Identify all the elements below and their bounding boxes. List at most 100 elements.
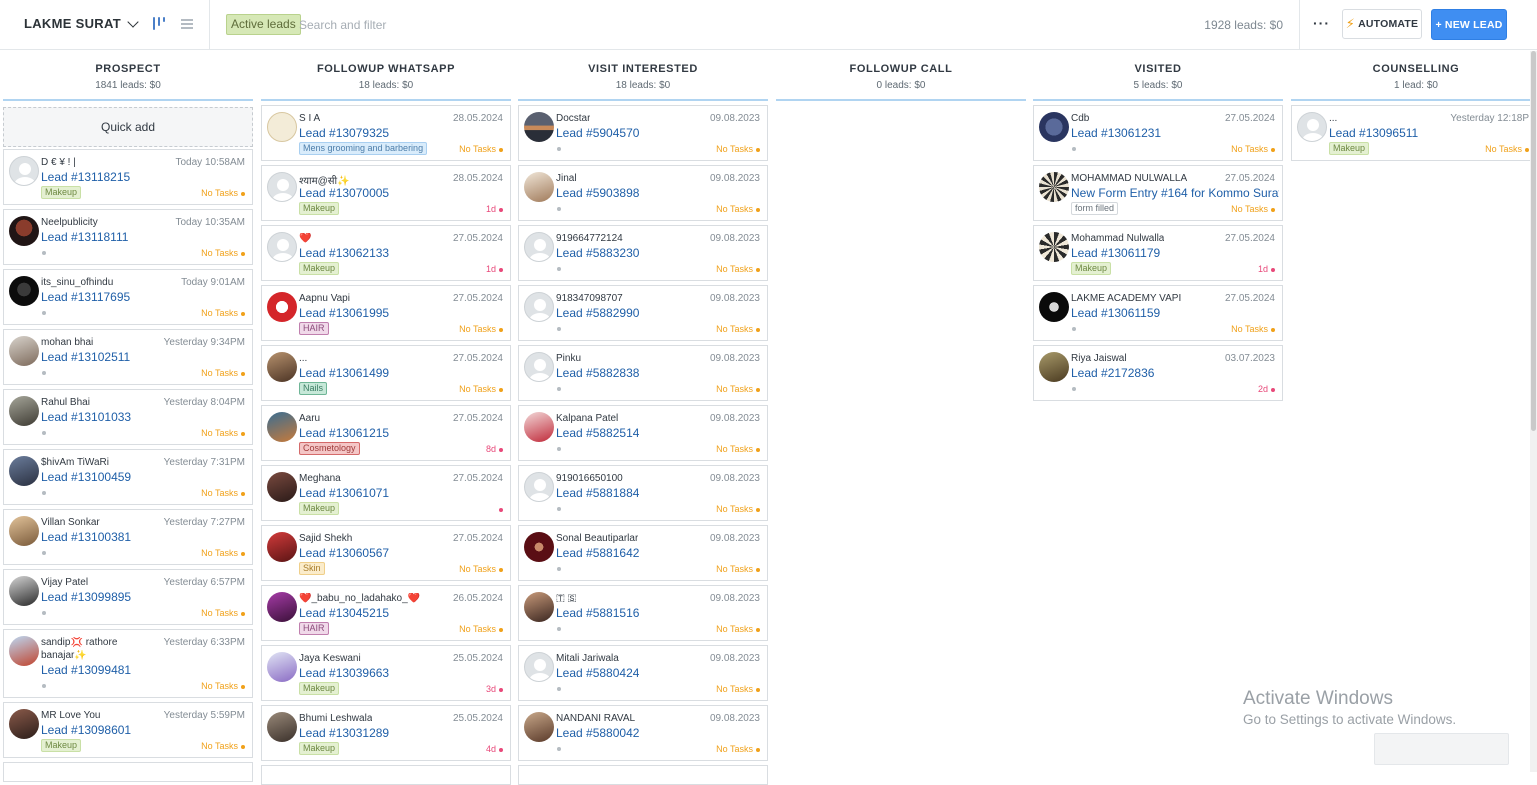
- lead-link[interactable]: Lead #13061071: [299, 486, 389, 500]
- tasks-status[interactable]: No Tasks: [201, 428, 245, 438]
- contact-name[interactable]: Meghana: [299, 473, 341, 484]
- tasks-status[interactable]: No Tasks: [459, 564, 503, 574]
- lead-card[interactable]: Mitali Jariwala 09.08.2023 Lead #5880424…: [518, 645, 768, 701]
- contact-name[interactable]: Jaya Keswani: [299, 653, 361, 664]
- lead-card-partial[interactable]: [3, 762, 253, 782]
- list-view-icon[interactable]: [181, 18, 193, 30]
- tasks-status[interactable]: No Tasks: [716, 204, 760, 214]
- lead-card[interactable]: ... Yesterday 12:18P Lead #13096511 Make…: [1291, 105, 1530, 161]
- tasks-status[interactable]: No Tasks: [716, 264, 760, 274]
- lead-link[interactable]: Lead #13101033: [41, 410, 131, 424]
- lead-link[interactable]: Lead #13061215: [299, 426, 389, 440]
- contact-name[interactable]: श्याम@सी✨: [299, 173, 350, 187]
- tasks-status[interactable]: No Tasks: [1231, 324, 1275, 334]
- tasks-status[interactable]: No Tasks: [201, 308, 245, 318]
- contact-name[interactable]: sandip💢 rathore: [41, 637, 117, 648]
- lead-link[interactable]: Lead #13070005: [299, 186, 389, 200]
- lead-card[interactable]: 918347098707 09.08.2023 Lead #5882990 No…: [518, 285, 768, 341]
- contact-name[interactable]: its_sinu_ofhindu: [41, 277, 113, 288]
- contact-name[interactable]: Jinal: [556, 173, 577, 184]
- contact-name[interactable]: Riya Jaiswal: [1071, 353, 1127, 364]
- tasks-status[interactable]: No Tasks: [459, 624, 503, 634]
- lead-link[interactable]: Lead #5883230: [556, 246, 639, 260]
- contact-name[interactable]: ❤️: [299, 233, 311, 244]
- lead-card[interactable]: ❤️_babu_no_ladahako_❤️ 26.05.2024 Lead #…: [261, 585, 511, 641]
- contact-name[interactable]: Bhumi Leshwala: [299, 713, 372, 724]
- lead-card[interactable]: Villan Sonkar Yesterday 7:27PM Lead #131…: [3, 509, 253, 565]
- tasks-status[interactable]: No Tasks: [201, 368, 245, 378]
- tasks-status[interactable]: No Tasks: [716, 324, 760, 334]
- pipeline-selector[interactable]: LAKME SURAT: [24, 15, 139, 31]
- lead-card[interactable]: ❤️ 27.05.2024 Lead #13062133 Makeup 1d: [261, 225, 511, 281]
- contact-name[interactable]: MR Love You: [41, 710, 101, 721]
- contact-name[interactable]: S I A: [299, 113, 320, 124]
- tasks-status[interactable]: No Tasks: [716, 504, 760, 514]
- lead-link[interactable]: Lead #13098601: [41, 723, 131, 737]
- tasks-status[interactable]: 4d: [486, 744, 503, 754]
- lead-card[interactable]: Pinku 09.08.2023 Lead #5882838 No Tasks: [518, 345, 768, 401]
- lead-card[interactable]: Docstar 09.08.2023 Lead #5904570 No Task…: [518, 105, 768, 161]
- pipeline-view-icon[interactable]: [153, 17, 167, 31]
- tasks-status[interactable]: No Tasks: [1231, 144, 1275, 154]
- contact-name[interactable]: LAKME ACADEMY VAPI: [1071, 293, 1181, 304]
- tasks-status[interactable]: No Tasks: [1231, 204, 1275, 214]
- lead-link[interactable]: Lead #13079325: [299, 126, 389, 140]
- contact-name[interactable]: Vijay Patel: [41, 577, 88, 588]
- tasks-status[interactable]: No Tasks: [201, 608, 245, 618]
- lead-link[interactable]: Lead #5880042: [556, 726, 639, 740]
- tasks-status[interactable]: 1d: [486, 264, 503, 274]
- lead-link[interactable]: Lead #5881516: [556, 606, 639, 620]
- lead-card[interactable]: 🇹 🇸 09.08.2023 Lead #5881516 No Tasks: [518, 585, 768, 641]
- lead-card[interactable]: Bhumi Leshwala 25.05.2024 Lead #13031289…: [261, 705, 511, 761]
- more-options-button[interactable]: ···: [1313, 16, 1330, 30]
- contact-name[interactable]: NANDANI RAVAL: [556, 713, 635, 724]
- lead-link[interactable]: Lead #13117695: [41, 290, 130, 304]
- tasks-status[interactable]: 3d: [486, 684, 503, 694]
- tasks-status[interactable]: No Tasks: [459, 144, 503, 154]
- contact-name[interactable]: D € ¥ ! |: [41, 157, 76, 168]
- tasks-status[interactable]: No Tasks: [716, 564, 760, 574]
- lead-card[interactable]: Sajid Shekh 27.05.2024 Lead #13060567 Sk…: [261, 525, 511, 581]
- contact-name[interactable]: ...: [1329, 113, 1337, 124]
- contact-name[interactable]: mohan bhai: [41, 337, 93, 348]
- lead-link[interactable]: Lead #13061499: [299, 366, 389, 380]
- contact-name[interactable]: Cdb: [1071, 113, 1089, 124]
- contact-name[interactable]: Villan Sonkar: [41, 517, 100, 528]
- lead-card-partial[interactable]: [261, 765, 511, 785]
- tasks-status[interactable]: No Tasks: [201, 188, 245, 198]
- contact-name[interactable]: Sajid Shekh: [299, 533, 352, 544]
- contact-name[interactable]: Aaru: [299, 413, 320, 424]
- lead-link[interactable]: Lead #5881884: [556, 486, 639, 500]
- lead-link[interactable]: Lead #13102511: [41, 350, 130, 364]
- lead-card[interactable]: $hivAm TiWaRi Yesterday 7:31PM Lead #131…: [3, 449, 253, 505]
- lead-card[interactable]: Vijay Patel Yesterday 6:57PM Lead #13099…: [3, 569, 253, 625]
- lead-link[interactable]: Lead #13100459: [41, 470, 131, 484]
- contact-name[interactable]: Aapnu Vapi: [299, 293, 350, 304]
- lead-link[interactable]: Lead #13061231: [1071, 126, 1161, 140]
- lead-card-partial[interactable]: [518, 765, 768, 785]
- lead-link[interactable]: Lead #13060567: [299, 546, 389, 560]
- contact-name[interactable]: Neelpublicity: [41, 217, 98, 228]
- lead-link[interactable]: Lead #13061159: [1071, 306, 1160, 320]
- lead-link[interactable]: Lead #13061179: [1071, 246, 1160, 260]
- lead-card[interactable]: Cdb 27.05.2024 Lead #13061231 No Tasks: [1033, 105, 1283, 161]
- tasks-status[interactable]: No Tasks: [716, 684, 760, 694]
- tasks-status[interactable]: 1d: [486, 204, 503, 214]
- automate-button[interactable]: ⚡ AUTOMATE: [1342, 9, 1422, 39]
- lead-card[interactable]: Neelpublicity Today 10:35AM Lead #131181…: [3, 209, 253, 265]
- contact-name[interactable]: 🇹 🇸: [556, 593, 576, 604]
- tasks-status[interactable]: No Tasks: [716, 744, 760, 754]
- lead-link[interactable]: Lead #13096511: [1329, 126, 1418, 140]
- lead-link[interactable]: Lead #13062133: [299, 246, 389, 260]
- chat-widget-placeholder[interactable]: [1374, 733, 1509, 765]
- lead-link[interactable]: Lead #13118215: [41, 170, 130, 184]
- lead-card[interactable]: Riya Jaiswal 03.07.2023 Lead #2172836 2d: [1033, 345, 1283, 401]
- lead-link[interactable]: Lead #5903898: [556, 186, 639, 200]
- lead-card[interactable]: Jaya Keswani 25.05.2024 Lead #13039663 M…: [261, 645, 511, 701]
- lead-card[interactable]: Sonal Beautiparlar 09.08.2023 Lead #5881…: [518, 525, 768, 581]
- lead-card[interactable]: mohan bhai Yesterday 9:34PM Lead #131025…: [3, 329, 253, 385]
- contact-name[interactable]: Mitali Jariwala: [556, 653, 619, 664]
- tasks-status[interactable]: No Tasks: [201, 488, 245, 498]
- contact-name[interactable]: $hivAm TiWaRi: [41, 457, 109, 468]
- vertical-scrollbar[interactable]: [1530, 51, 1537, 772]
